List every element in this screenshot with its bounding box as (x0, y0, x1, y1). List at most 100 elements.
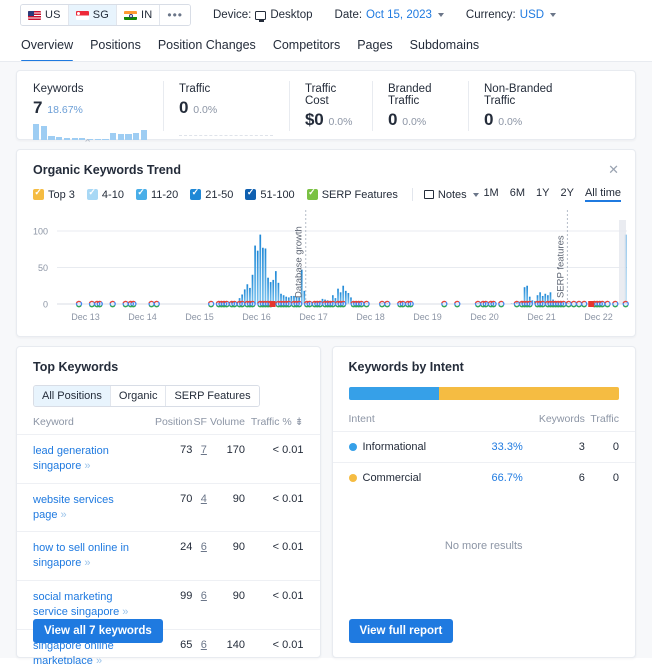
range-1y[interactable]: 1Y (536, 187, 549, 202)
main-tabs: Overview Positions Position Changes Comp… (0, 30, 652, 62)
sparkline-bar (40, 126, 47, 140)
tab-subdomains[interactable]: Subdomains (410, 38, 480, 62)
metric-traffic-cost[interactable]: Traffic Cost $0 0.0% (289, 81, 372, 139)
intent-bar-informational[interactable] (348, 387, 439, 400)
device-filter[interactable]: Device: Desktop (213, 9, 313, 22)
country-tab-in-label: IN (140, 9, 153, 21)
metric-traffic-cost-value: $0 (305, 110, 324, 129)
chart-title: Organic Keywords Trend (33, 162, 181, 177)
sort-icon[interactable]: ⇟ (295, 416, 304, 428)
col-traffic-pct[interactable]: Traffic % ⇟ (245, 407, 320, 435)
view-all-keywords-button[interactable]: View all 7 keywords (33, 619, 163, 643)
legend-item-11-20[interactable]: 11-20 (135, 187, 179, 201)
trend-svg: 0 50 100 Database growth SERP features Dec 13… (33, 210, 629, 322)
range-2y[interactable]: 2Y (560, 187, 573, 202)
range-1m[interactable]: 1M (483, 187, 498, 202)
cell-intent-pct: 66.7% (437, 462, 534, 493)
col-position[interactable]: Position (152, 407, 192, 435)
intent-color-dot (348, 443, 357, 452)
flag-us-icon (28, 10, 41, 20)
keyword-link[interactable]: social marketing service singapore » (33, 590, 141, 620)
cell-volume: 90 (206, 482, 245, 532)
checkbox-51-100[interactable] (245, 187, 257, 200)
legend-item-21-50[interactable]: 21-50 (190, 187, 233, 201)
metric-branded-traffic[interactable]: Branded Traffic 0 0.0% (372, 81, 468, 139)
table-row[interactable]: lead generation singapore » 73 7 170 < 0.01 (17, 434, 320, 484)
tab-position-changes[interactable]: Position Changes (158, 38, 256, 62)
keyword-link[interactable]: how to sell online in singapore » (33, 541, 141, 571)
intent-distribution-bar[interactable] (348, 387, 620, 400)
intent-bar-commercial[interactable] (438, 387, 619, 400)
country-tab-us[interactable]: US (21, 5, 69, 25)
intent-table: Intent Keywords Traffic Informational 33.… (332, 404, 635, 493)
table-row[interactable]: Informational 33.3% 3 0 (332, 431, 635, 463)
monitor-icon (255, 10, 267, 22)
view-full-report-button[interactable]: View full report (348, 619, 454, 643)
checkbox-21-50[interactable] (190, 187, 202, 200)
segment-all-positions[interactable]: All Positions (34, 386, 111, 406)
segment-serp-features[interactable]: SERP Features (166, 386, 259, 406)
date-filter[interactable]: Date: Oct 15, 2023 (335, 9, 444, 21)
sf-value[interactable]: 6 (201, 590, 207, 602)
svg-text:100: 100 (33, 226, 48, 236)
tab-competitors[interactable]: Competitors (273, 38, 340, 62)
country-tab-sg[interactable]: SG (68, 5, 117, 25)
metric-traffic[interactable]: Traffic 0 0.0% (163, 81, 289, 139)
sf-value[interactable]: 4 (201, 493, 207, 505)
external-link-icon: » (95, 654, 103, 664)
cell-traffic-pct: < 0.01 (244, 531, 320, 581)
metric-traffic-cost-delta: 0.0% (328, 116, 353, 128)
tab-pages[interactable]: Pages (357, 38, 392, 62)
legend-item-51-100[interactable]: 51-100 (245, 187, 295, 201)
red-marker (269, 301, 276, 307)
col-volume[interactable]: Volume (207, 407, 245, 435)
col-intent-keywords: Keywords (538, 413, 585, 425)
close-icon[interactable]: ✕ (606, 161, 621, 178)
sf-value[interactable]: 6 (201, 639, 207, 651)
keyword-link[interactable]: lead generation singapore » (33, 444, 141, 474)
cell-traffic-pct: < 0.01 (244, 434, 320, 484)
legend-item-4-10[interactable]: 4-10 (86, 187, 124, 201)
legend-item-top3[interactable]: Top 3 (33, 187, 75, 201)
table-row[interactable]: website services page » 70 4 90 < 0.01 (17, 482, 320, 532)
country-selector[interactable]: US SG IN ••• (20, 4, 191, 26)
keyword-link[interactable]: website services page » (33, 493, 141, 523)
range-all-time[interactable]: All time (584, 187, 622, 202)
notes-dropdown[interactable]: Notes (423, 189, 479, 201)
sparkline-bar (56, 136, 63, 140)
country-tab-in[interactable]: IN (116, 5, 161, 25)
cell-intent-keywords: 6 (533, 462, 585, 493)
segment-organic[interactable]: Organic (110, 386, 167, 406)
checkbox-serp-features[interactable] (306, 187, 318, 200)
currency-filter[interactable]: Currency: USD (466, 9, 557, 21)
col-traffic-pct-label: Traffic % (250, 416, 292, 428)
col-sf[interactable]: SF (192, 407, 206, 435)
sf-value[interactable]: 6 (201, 541, 207, 553)
range-6m[interactable]: 6M (510, 187, 525, 202)
metric-traffic-cost-label: Traffic Cost (305, 83, 337, 107)
metric-non-branded-traffic[interactable]: Non-Branded Traffic 0 0.0% (468, 81, 588, 139)
tab-positions[interactable]: Positions (90, 38, 141, 62)
table-row[interactable]: how to sell online in singapore » 24 6 90 < … (17, 531, 320, 581)
table-row[interactable]: Commercial 66.7% 6 0 (332, 462, 635, 493)
device-value: Desktop (270, 9, 313, 21)
intent-pct-value[interactable]: 33.3% (492, 441, 523, 453)
checkbox-4-10[interactable] (86, 187, 98, 200)
svg-text:Dec 20: Dec 20 (470, 312, 499, 322)
sf-value[interactable]: 7 (201, 444, 207, 456)
legend-item-serp-features[interactable]: SERP Features (306, 187, 398, 201)
more-countries-button[interactable]: ••• (160, 5, 190, 25)
metric-traffic-delta: 0.0% (193, 104, 218, 116)
intent-pct-value[interactable]: 66.7% (492, 472, 523, 484)
metric-traffic-value: 0 (179, 98, 189, 117)
tab-overview[interactable]: Overview (21, 38, 74, 62)
cell-sf: 6 (192, 531, 207, 581)
col-keyword[interactable]: Keyword (17, 407, 152, 435)
trend-plot[interactable]: 0 50 100 Database growth SERP features Dec 13… (17, 208, 635, 330)
legend-label-11-20: 11-20 (150, 188, 179, 201)
note-icon (423, 190, 434, 199)
metric-keywords[interactable]: Keywords 7 18.67% ⌃ (17, 83, 163, 150)
cell-keyword: how to sell online in singapore » (17, 531, 152, 581)
checkbox-top3[interactable] (33, 187, 44, 200)
checkbox-11-20[interactable] (135, 187, 147, 200)
